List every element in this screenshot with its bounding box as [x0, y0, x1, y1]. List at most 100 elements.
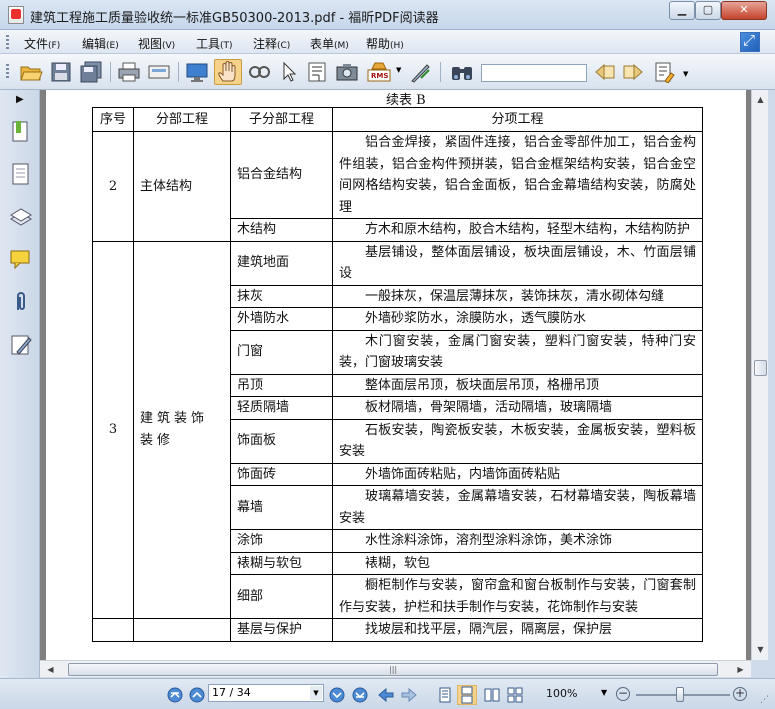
vertical-scrollbar[interactable]: ▲ ▼ [751, 90, 768, 660]
items-text: 铝合金焊接，紧固件连接，铝合金零部件加工，铝合金构件组装，铝合金构件预拼装，铝合… [332, 131, 703, 219]
items-text: 外墙砂浆防水，涂膜防水，透气膜防水 [332, 307, 703, 331]
menu-file[interactable]: 文件(F) [24, 35, 60, 52]
attachments-icon[interactable] [9, 290, 33, 314]
zoom-slider-thumb[interactable] [676, 687, 684, 702]
search-input[interactable] [481, 64, 587, 82]
menu-comment[interactable]: 注释(C) [253, 35, 290, 52]
items-text: 板材隔墙，骨架隔墙，活动隔墙，玻璃隔墙 [332, 396, 703, 420]
document-view[interactable]: 续表 B 序号 分部工程 子分部工程 分项工程 2 主体结构 铝合金结构 铝合金… [40, 90, 751, 660]
subdivision-name: 饰面板 [230, 418, 333, 464]
subdivision-name: 基层与保护 [230, 618, 333, 642]
table-row: 2 主体结构 铝合金结构 铝合金焊接，紧固件连接，铝合金零部件加工，铝合金构件组… [92, 131, 703, 242]
bookmarks-icon[interactable] [9, 120, 33, 144]
minimize-button[interactable]: ▁ [669, 1, 695, 20]
division-table: 序号 分部工程 子分部工程 分项工程 2 主体结构 铝合金结构 铝合金焊接，紧固… [92, 107, 703, 642]
division-name [133, 618, 231, 642]
table-row: 基层与保护 找坡层和找平层，隔汽层，隔离层，保护层 [92, 618, 703, 642]
save-icon[interactable] [49, 61, 73, 83]
print-icon[interactable] [117, 61, 141, 83]
layers-icon[interactable] [9, 205, 33, 229]
scroll-left-icon[interactable]: ◀ [43, 662, 58, 677]
scan-icon[interactable] [147, 61, 171, 83]
resize-grip-icon[interactable]: ⋰ [760, 695, 769, 705]
table-caption: 续表 B [386, 93, 426, 108]
row-number: 3 [92, 240, 134, 619]
items-text: 基层铺设，整体面层铺设，板块面层铺设，木、竹面层铺设 [332, 240, 703, 286]
page-number-field[interactable]: 17 / 34 ▼ [208, 684, 324, 702]
signatures-icon[interactable] [9, 333, 33, 357]
select-arrow-icon[interactable] [277, 61, 301, 83]
single-page-view-icon[interactable] [437, 687, 453, 703]
menu-form[interactable]: 表单(M) [310, 35, 349, 52]
open-folder-icon[interactable] [19, 61, 43, 83]
items-text: 橱柜制作与安装，窗帘盒和窗台板制作与安装，门窗套制作与安装，护栏和扶手制作与安装… [332, 574, 703, 619]
menu-help[interactable]: 帮助(H) [366, 35, 404, 52]
save-all-icon[interactable] [79, 61, 103, 83]
highlight-icon[interactable] [653, 61, 677, 83]
panel-toggle-icon[interactable]: ▶ [16, 94, 24, 105]
subdivision-name: 铝合金结构 [230, 131, 333, 219]
vertical-scroll-thumb[interactable] [754, 360, 767, 376]
rms-dropdown-icon[interactable]: ▼ [396, 66, 401, 74]
navigation-panel: ▶ [0, 90, 40, 680]
subdivision-name: 饰面砖 [230, 462, 333, 486]
close-button[interactable]: ✕ [721, 1, 767, 20]
window-title: 建筑工程施工质量验收统一标准GB50300-2013.pdf - 福昕PDF阅读… [30, 11, 439, 26]
items-text: 方木和原木结构，胶合木结构，轻型木结构，木结构防护 [332, 218, 703, 242]
menu-edit[interactable]: 编辑(E) [82, 35, 119, 52]
pages-icon[interactable] [9, 162, 33, 186]
last-page-icon[interactable] [352, 687, 368, 703]
previous-page-icon[interactable] [189, 687, 205, 703]
continuous-facing-view-icon[interactable] [507, 687, 523, 703]
sign-icon[interactable] [409, 61, 433, 83]
items-text: 水性涂料涂饰，溶剂型涂料涂饰，美术涂饰 [332, 529, 703, 553]
status-bar: 17 / 34 ▼ 100% ▼ − + ⋰ [0, 678, 775, 709]
header-subdivision: 子分部工程 [230, 107, 333, 132]
items-text: 外墙饰面砖粘贴，内墙饰面砖粘贴 [332, 462, 703, 486]
zoom-dropdown-icon[interactable]: ▼ [601, 688, 607, 697]
menu-view[interactable]: 视图(V) [138, 35, 175, 52]
subdivision-name: 木结构 [230, 218, 333, 242]
find-prev-icon[interactable] [593, 61, 617, 83]
menubar-grip[interactable] [6, 35, 9, 49]
table-row: 3 建筑装饰装修 建筑地面 基层铺设，整体面层铺设，板块面层铺设，木、竹面层铺设 [92, 240, 703, 619]
text-select-icon[interactable] [305, 61, 329, 83]
scroll-down-icon[interactable]: ▼ [753, 642, 768, 657]
page-dropdown-icon[interactable]: ▼ [310, 686, 322, 700]
comments-icon[interactable] [9, 248, 33, 272]
rms-button[interactable]: RMS [366, 61, 392, 83]
items-text: 找坡层和找平层，隔汽层，隔离层，保护层 [332, 618, 703, 642]
scroll-up-icon[interactable]: ▲ [753, 92, 768, 107]
first-page-icon[interactable] [167, 687, 183, 703]
continuous-view-icon[interactable] [457, 685, 477, 705]
header-no: 序号 [92, 107, 134, 132]
snapshot-zoom-icon[interactable] [247, 61, 271, 83]
header-items: 分项工程 [332, 107, 703, 132]
toolbar-grip[interactable] [6, 64, 9, 78]
division-name: 建筑装饰装修 [133, 240, 231, 619]
menu-tools[interactable]: 工具(T) [196, 35, 233, 52]
next-page-icon[interactable] [329, 687, 345, 703]
highlight-dropdown-icon[interactable]: ▼ [683, 70, 688, 78]
go-forward-icon[interactable] [400, 687, 418, 703]
maximize-button[interactable]: ▢ [695, 1, 721, 20]
go-back-icon[interactable] [377, 687, 395, 703]
camera-icon[interactable] [335, 61, 359, 83]
scroll-right-icon[interactable]: ▶ [733, 662, 748, 677]
row-number [92, 618, 134, 642]
hand-tool-button[interactable] [214, 59, 242, 85]
restore-window-icon[interactable] [740, 31, 760, 52]
subdivision-name: 轻质隔墙 [230, 396, 333, 420]
horizontal-scroll-thumb[interactable]: ||| [68, 663, 718, 676]
facing-view-icon[interactable] [484, 687, 500, 703]
subdivision-name: 裱糊与软包 [230, 551, 333, 575]
fullscreen-icon[interactable] [185, 61, 209, 83]
horizontal-scrollbar[interactable]: ◀ ||| ▶ [40, 660, 751, 677]
zoom-out-icon[interactable]: − [616, 687, 630, 701]
zoom-in-icon[interactable]: + [733, 687, 747, 701]
items-text: 裱糊，软包 [332, 551, 703, 575]
subdivision-name: 涂饰 [230, 529, 333, 553]
find-next-icon[interactable] [621, 61, 645, 83]
binoculars-icon[interactable] [450, 61, 474, 83]
zoom-level[interactable]: 100% [546, 687, 577, 700]
